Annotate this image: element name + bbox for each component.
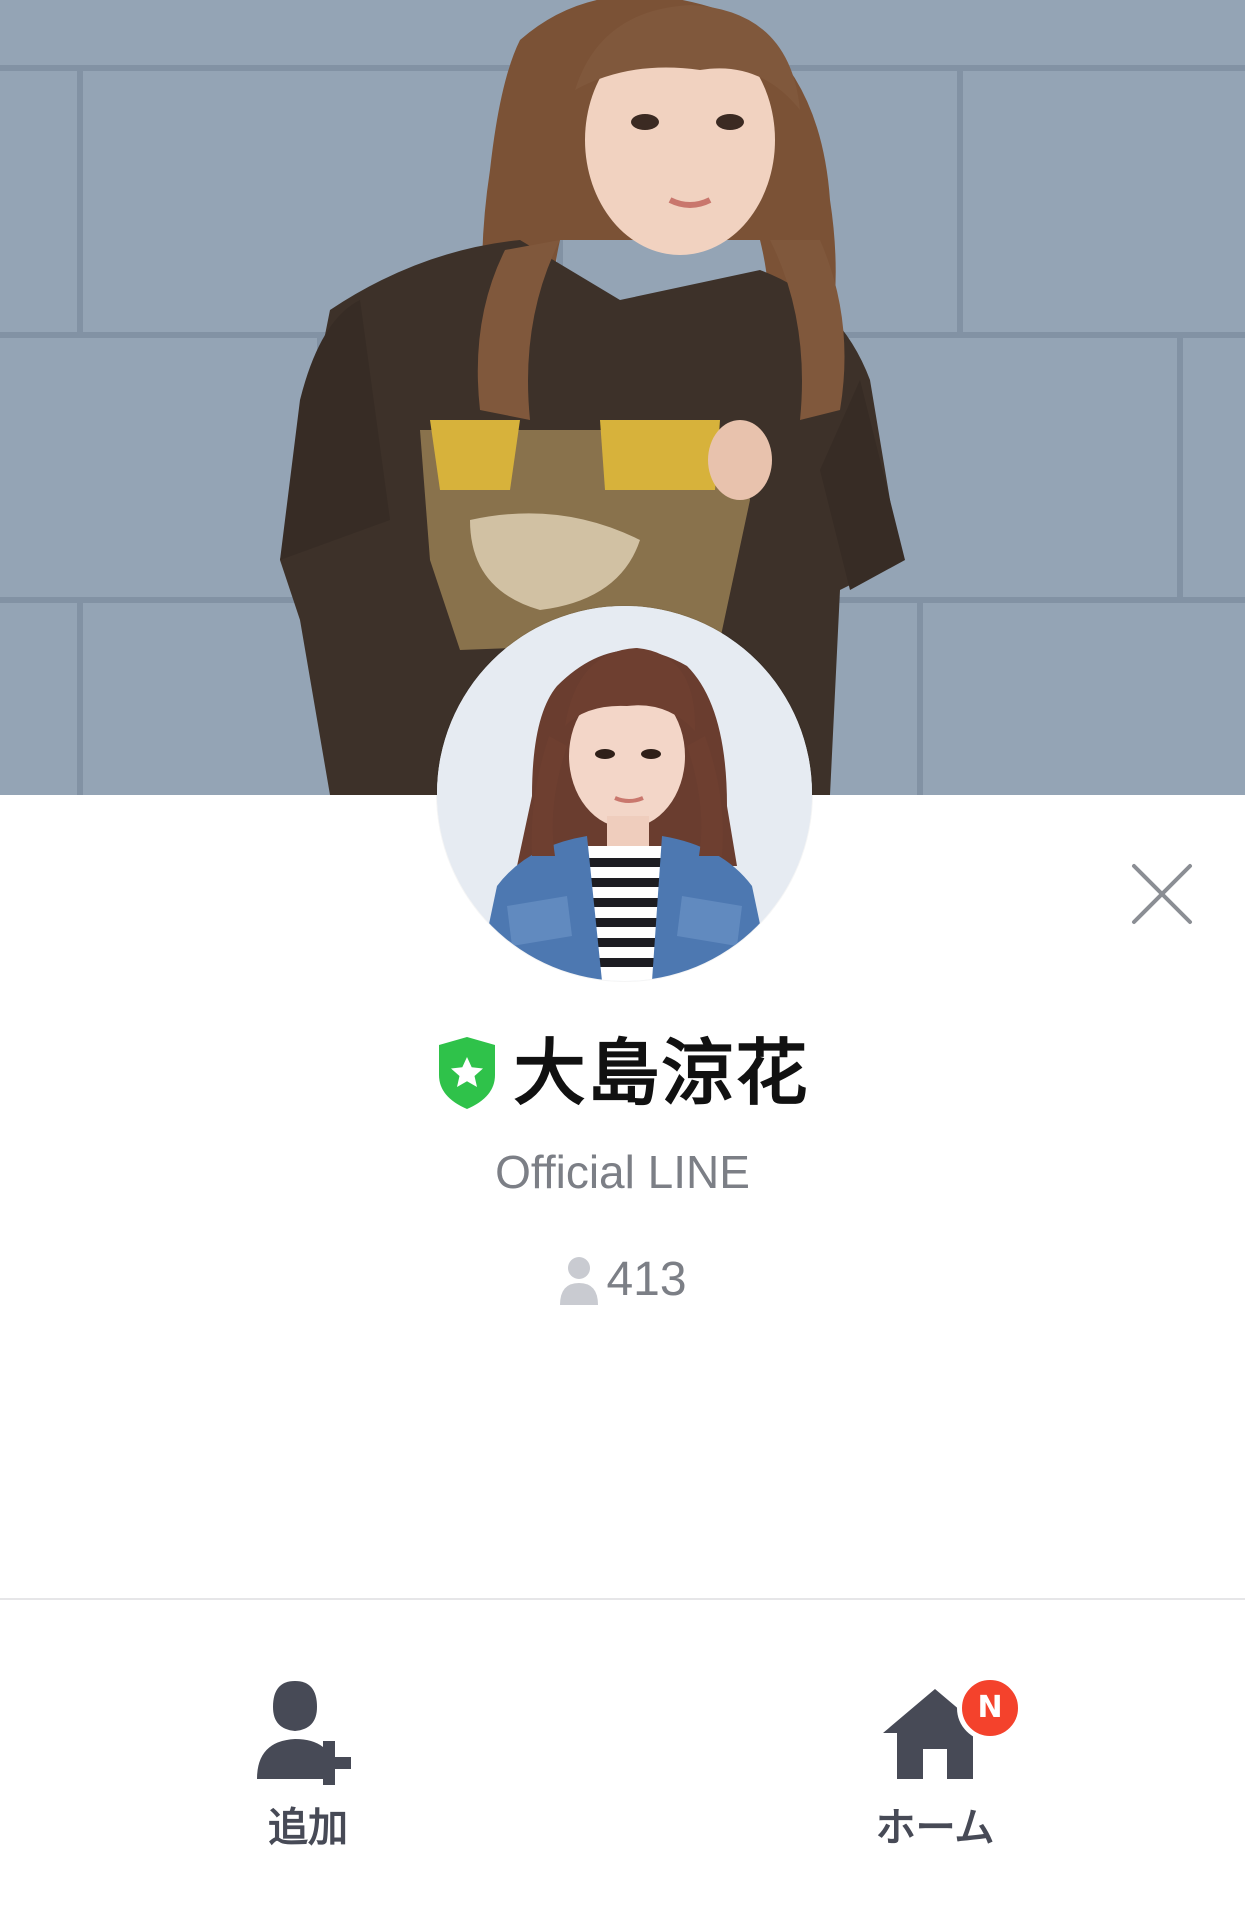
add-friend-icon-wrap <box>188 1675 428 1795</box>
profile-screen: 大島涼花 Official LINE 413 追加 N ホーム <box>0 0 1245 1920</box>
home-icon-wrap: N <box>815 1675 1055 1795</box>
profile-subtitle: Official LINE <box>495 1146 750 1198</box>
home-label: ホーム <box>875 1805 995 1851</box>
friend-count: 413 <box>606 1253 687 1306</box>
add-friend-label: 追加 <box>268 1805 348 1851</box>
bottom-bar-divider <box>0 1598 1245 1600</box>
home-button[interactable]: N ホーム <box>815 1665 1055 1865</box>
add-friend-icon <box>257 1681 351 1785</box>
friend-count-row: 413 <box>0 1250 1245 1310</box>
person-icon <box>560 1257 599 1305</box>
home-notification-badge: N <box>957 1675 1023 1741</box>
avatar-illustration <box>437 606 812 981</box>
close-icon <box>1132 864 1192 924</box>
official-shield-star-icon <box>439 1036 496 1109</box>
add-friend-button[interactable]: 追加 <box>188 1665 428 1865</box>
profile-name-row: 大島涼花 <box>0 1025 1245 1120</box>
close-button[interactable] <box>1130 862 1194 926</box>
profile-name: 大島涼花 <box>513 1030 810 1115</box>
profile-avatar[interactable] <box>437 606 812 981</box>
